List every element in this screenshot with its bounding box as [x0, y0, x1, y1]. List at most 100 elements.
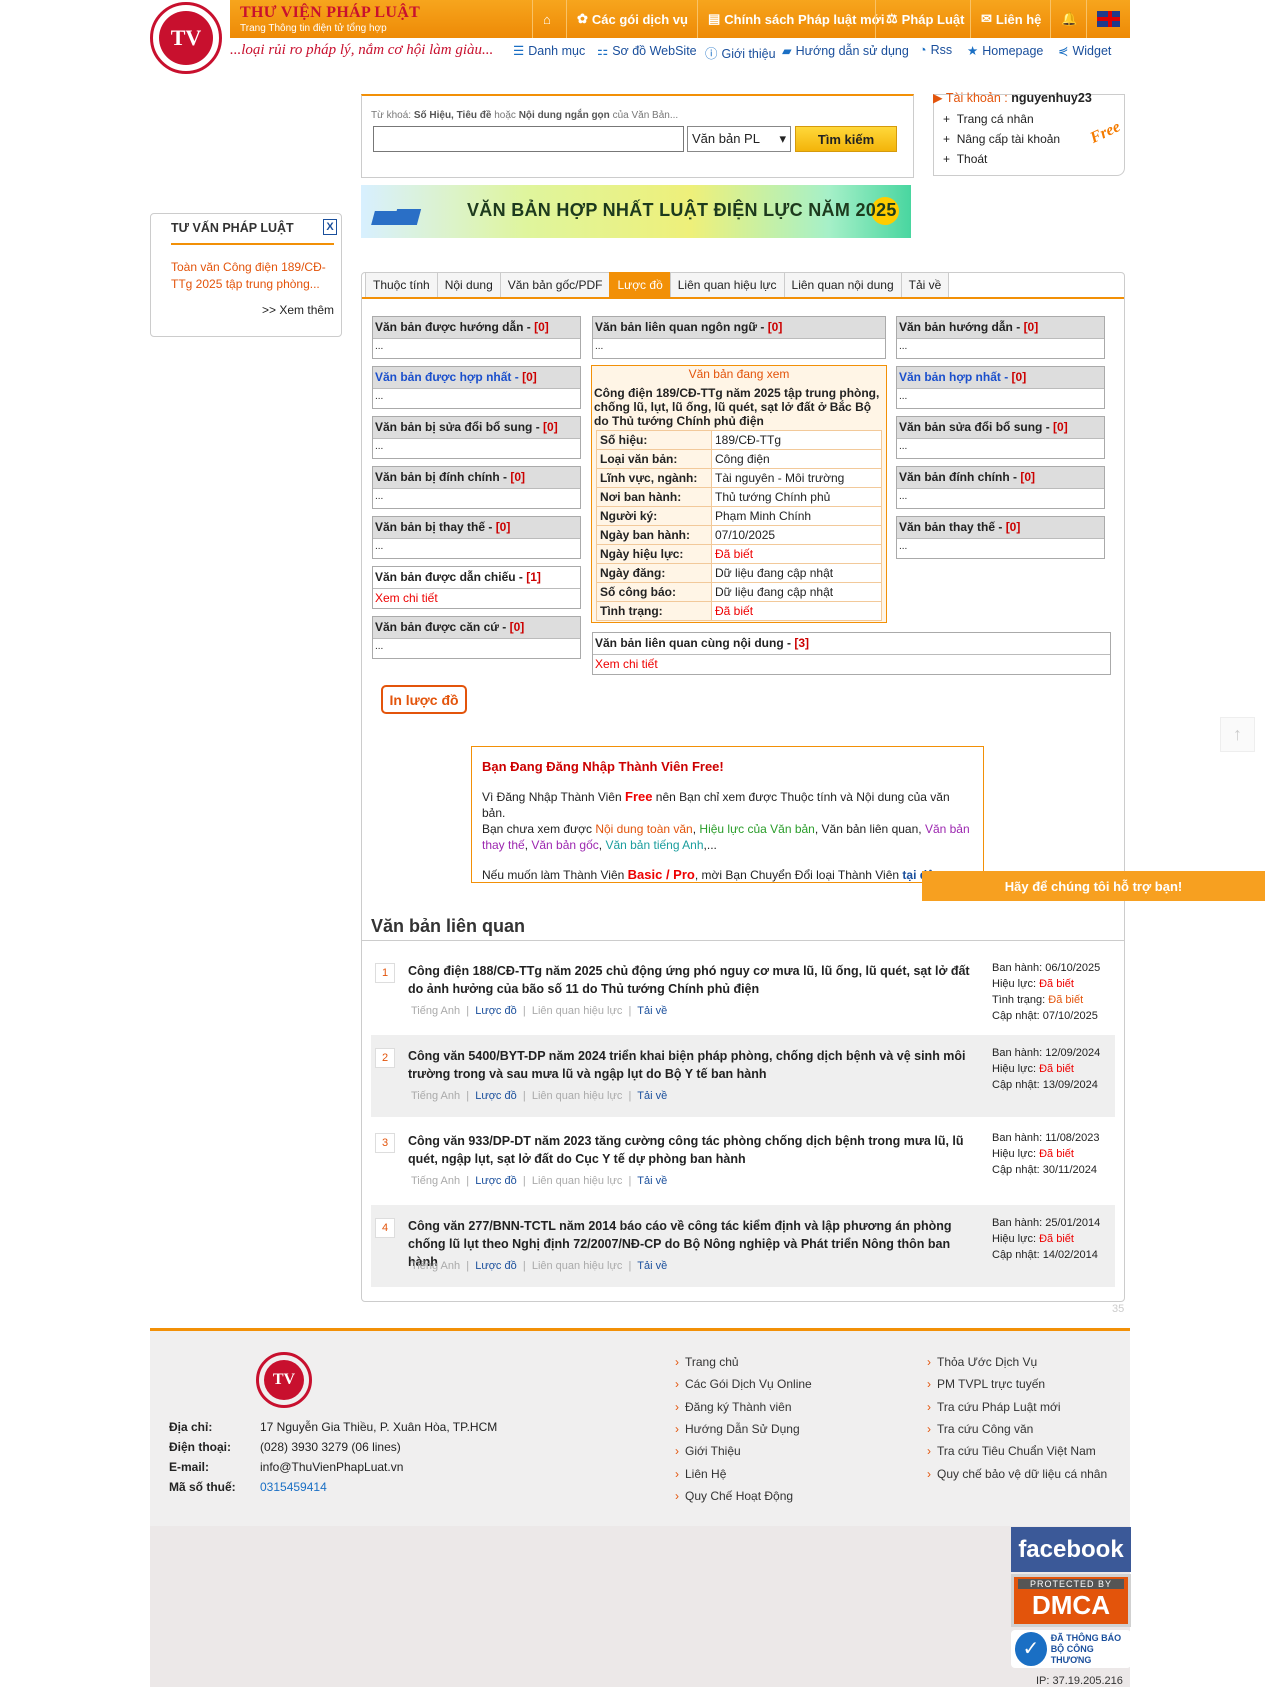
- related-heading: Văn bản liên quan: [371, 916, 526, 936]
- nav-widget[interactable]: ⋞ Widget: [1058, 43, 1111, 58]
- footer-link[interactable]: › Trang chủ: [675, 1355, 739, 1369]
- related-link[interactable]: Tiếng Anh: [411, 1260, 460, 1272]
- related-links: Tiếng Anh | Lược đồ | Liên quan hiệu lực…: [411, 1260, 668, 1272]
- tax-value[interactable]: 0315459414: [260, 1480, 327, 1494]
- nav-about[interactable]: ⓘ Giới thiệu: [705, 43, 776, 62]
- tab-original-pdf[interactable]: Văn bản gốc/PDF: [499, 272, 611, 298]
- nav-rss[interactable]: ◔ Rss: [919, 43, 952, 57]
- nav-guide[interactable]: ▰ Hướng dẫn sử dụng: [782, 43, 909, 58]
- related-title[interactable]: Công điện 188/CĐ-TTg năm 2025 chủ động ứ…: [408, 962, 973, 998]
- nav-homepage[interactable]: ★ Homepage: [967, 43, 1043, 58]
- related-link[interactable]: Tải về: [637, 1175, 667, 1187]
- share-icon: ⋞: [1058, 44, 1069, 58]
- attribute-key: Người ký:: [596, 506, 712, 526]
- chevron-down-icon: ▾: [779, 131, 786, 146]
- nav-catalog[interactable]: ☰ Danh mục: [513, 43, 585, 58]
- footer-link[interactable]: › Giới Thiệu: [675, 1444, 741, 1458]
- support-chat-button[interactable]: Hãy để chúng tôi hỗ trợ bạn!: [922, 871, 1265, 901]
- divider: [362, 940, 1124, 941]
- gavel-icon: ⚖: [886, 11, 898, 26]
- related-link[interactable]: Liên quan hiệu lực: [532, 1090, 623, 1102]
- account-item-logout[interactable]: + Thoát: [943, 152, 987, 166]
- nav-sitemap[interactable]: ⚏ Sơ đồ WebSite: [597, 43, 697, 58]
- nav-notifications[interactable]: 🔔: [1050, 0, 1087, 38]
- chevron-right-icon: ›: [927, 1444, 931, 1459]
- related-link[interactable]: Lược đồ: [475, 1090, 517, 1102]
- footer-link[interactable]: › Thỏa Ước Dịch Vụ: [927, 1355, 1037, 1369]
- nav-new-policy[interactable]: ▤ Chính sách Pháp luật mới: [697, 0, 895, 38]
- ministry-badge[interactable]: ✓ ĐÃ THÔNG BÁO BỘ CÔNG THƯƠNG: [1011, 1630, 1131, 1668]
- footer-link[interactable]: › Đăng ký Thành viên: [675, 1400, 792, 1414]
- footer-link[interactable]: › PM TVPL trực tuyến: [927, 1377, 1045, 1391]
- related-link[interactable]: Liên quan hiệu lực: [532, 1175, 623, 1187]
- tab-related-content[interactable]: Liên quan nội dung: [783, 272, 902, 298]
- related-title[interactable]: Công văn 5400/BYT-DP năm 2024 triển khai…: [408, 1047, 973, 1083]
- related-link[interactable]: Lược đồ: [475, 1175, 517, 1187]
- print-diagram-button[interactable]: In lược đồ: [381, 685, 467, 714]
- footer-link[interactable]: › Tra cứu Tiêu Chuẩn Việt Nam: [927, 1444, 1096, 1458]
- tab-underline: [362, 297, 1124, 299]
- item-number: 1: [375, 963, 395, 983]
- solar-panel-icon: [369, 191, 422, 231]
- nav-law[interactable]: ⚖ Pháp Luật: [875, 0, 975, 38]
- related-item: 2 Công văn 5400/BYT-DP năm 2024 triển kha…: [371, 1035, 1115, 1117]
- nav-language[interactable]: [1086, 0, 1130, 38]
- related-link[interactable]: Tải về: [637, 1090, 667, 1102]
- nav-service-packages[interactable]: ✿ Các gói dịch vụ: [566, 0, 698, 38]
- attribute-row: Nơi ban hành: Thủ tướng Chính phủ: [596, 487, 882, 507]
- related-link[interactable]: Lược đồ: [475, 1260, 517, 1272]
- footer-link[interactable]: › Tra cứu Công văn: [927, 1422, 1033, 1436]
- account-item-upgrade[interactable]: + Nâng cấp tài khoản: [943, 132, 1060, 146]
- footer-link[interactable]: › Hướng Dẫn Sử Dụng: [675, 1422, 800, 1436]
- footer-bottom: [150, 1526, 1130, 1687]
- facebook-badge[interactable]: facebook: [1011, 1527, 1131, 1572]
- list-icon: ☰: [513, 44, 525, 58]
- nav-contact[interactable]: ✉ Liên hệ: [970, 0, 1051, 38]
- see-detail-link[interactable]: Xem chi tiết: [593, 655, 1110, 674]
- related-link[interactable]: Liên quan hiệu lực: [532, 1005, 623, 1017]
- star-icon: ★: [967, 44, 979, 58]
- document-type-select[interactable]: Văn bản PL ▾: [687, 126, 791, 152]
- chevron-right-icon: ›: [675, 1444, 679, 1459]
- related-link[interactable]: Lược đồ: [475, 1005, 517, 1017]
- tab-attributes[interactable]: Thuộc tính: [365, 272, 438, 298]
- footer-link[interactable]: › Các Gói Dịch Vụ Online: [675, 1377, 812, 1391]
- sitemap-icon: ⚏: [597, 44, 609, 58]
- box-guided: Văn bản được hướng dẫn - [0]...: [372, 316, 581, 359]
- legal-advice-link[interactable]: Toàn văn Công điện 189/CĐ-TTg 2025 tập t…: [171, 259, 336, 293]
- attribute-key: Ngày đăng:: [596, 563, 712, 583]
- related-link[interactable]: Liên quan hiệu lực: [532, 1260, 623, 1272]
- related-link[interactable]: Tiếng Anh: [411, 1005, 460, 1017]
- footer-link[interactable]: › Liên Hệ: [675, 1467, 726, 1481]
- account-item-profile[interactable]: + Trang cá nhân: [943, 112, 1034, 126]
- site-logo[interactable]: TV: [150, 2, 222, 74]
- see-detail-link[interactable]: Xem chi tiết: [373, 589, 580, 608]
- tab-diagram[interactable]: Lược đồ: [609, 272, 671, 298]
- see-more-link[interactable]: >> Xem thêm: [262, 303, 334, 317]
- search-input[interactable]: [373, 126, 684, 152]
- username: nguyenhuy23: [1011, 91, 1092, 105]
- related-title[interactable]: Công văn 933/DP-DT năm 2023 tăng cường c…: [408, 1132, 973, 1168]
- attribute-value: 189/CĐ-TTg: [711, 430, 882, 450]
- search-button[interactable]: Tìm kiếm: [795, 126, 897, 152]
- related-link[interactable]: Tải về: [637, 1005, 667, 1017]
- tab-content[interactable]: Nội dung: [436, 272, 501, 298]
- scroll-top-button[interactable]: ↑: [1220, 717, 1255, 752]
- box-corrected: Văn bản bị đính chính - [0]...: [372, 466, 581, 509]
- dmca-badge[interactable]: PROTECTED BY DMCA: [1011, 1574, 1131, 1627]
- footer-link[interactable]: › Tra cứu Pháp Luật mới: [927, 1400, 1061, 1414]
- current-document-heading: Văn bản đang xem: [688, 367, 790, 381]
- related-link[interactable]: Tiếng Anh: [411, 1175, 460, 1187]
- footer-link[interactable]: › Quy Chế Hoạt Động: [675, 1489, 793, 1503]
- footer-link[interactable]: › Quy chế bảo vệ dữ liệu cá nhân: [927, 1467, 1107, 1481]
- box-consolidated: Văn bản được hợp nhất - [0]...: [372, 366, 581, 409]
- related-link[interactable]: Tiếng Anh: [411, 1090, 460, 1102]
- attribute-value: 07/10/2025: [711, 525, 882, 545]
- nav-home[interactable]: ⌂: [532, 0, 561, 38]
- related-link[interactable]: Tải về: [637, 1260, 667, 1272]
- tab-related-validity[interactable]: Liên quan hiệu lực: [669, 272, 785, 298]
- box-replaced: Văn bản bị thay thế - [0]...: [372, 516, 581, 559]
- attribute-key: Nơi ban hành:: [596, 487, 712, 507]
- close-button[interactable]: X: [323, 219, 337, 235]
- tab-download[interactable]: Tải về: [900, 272, 950, 298]
